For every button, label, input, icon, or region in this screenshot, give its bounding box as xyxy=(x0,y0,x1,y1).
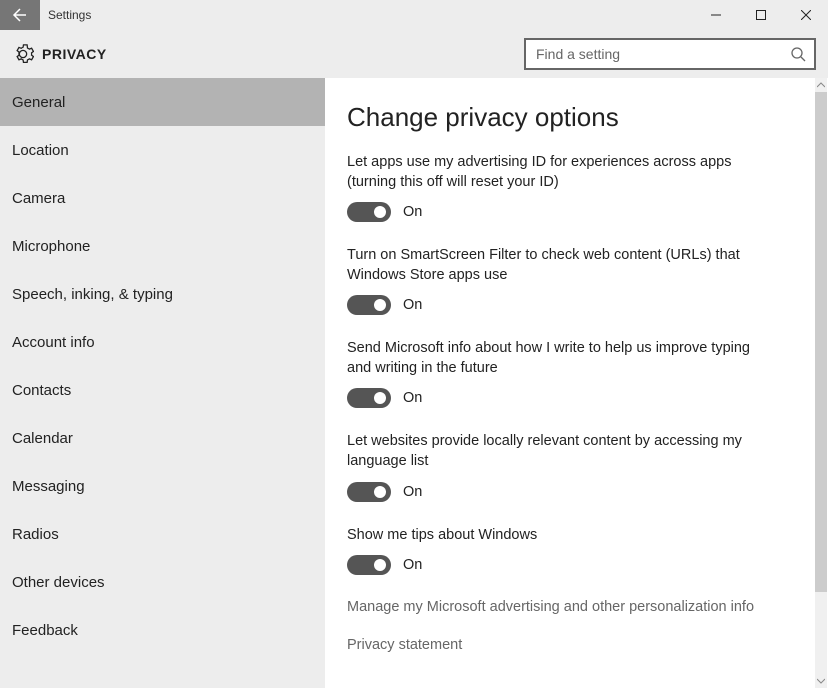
sidebar-item-location[interactable]: Location xyxy=(0,126,325,174)
sidebar-item-contacts[interactable]: Contacts xyxy=(0,366,325,414)
page-title: PRIVACY xyxy=(42,46,107,62)
sidebar-item-account-info[interactable]: Account info xyxy=(0,318,325,366)
chevron-up-icon xyxy=(817,81,825,89)
minimize-button[interactable] xyxy=(693,0,738,30)
setting-desc: Let websites provide locally relevant co… xyxy=(347,432,777,471)
link-privacy-statement[interactable]: Privacy statement xyxy=(347,637,806,653)
setting-smartscreen: Turn on SmartScreen Filter to check web … xyxy=(347,246,806,315)
maximize-icon xyxy=(756,10,766,20)
sidebar-item-camera[interactable]: Camera xyxy=(0,174,325,222)
setting-desc: Let apps use my advertising ID for exper… xyxy=(347,153,777,192)
sidebar-item-calendar[interactable]: Calendar xyxy=(0,414,325,462)
toggle-windows-tips[interactable] xyxy=(347,555,391,575)
sidebar-item-microphone[interactable]: Microphone xyxy=(0,222,325,270)
gear-icon xyxy=(12,43,34,65)
search-input[interactable] xyxy=(536,46,790,62)
sidebar-item-label: Account info xyxy=(12,334,95,351)
back-button[interactable] xyxy=(0,0,40,30)
toggle-state-label: On xyxy=(403,484,422,500)
sidebar-item-label: Radios xyxy=(12,526,59,543)
header: PRIVACY xyxy=(0,30,828,78)
sidebar-item-label: Location xyxy=(12,142,69,159)
sidebar-item-general[interactable]: General xyxy=(0,78,325,126)
scroll-up-button[interactable] xyxy=(815,78,827,92)
minimize-icon xyxy=(711,10,721,20)
setting-windows-tips: Show me tips about Windows On xyxy=(347,526,806,576)
sidebar-item-speech-inking-typing[interactable]: Speech, inking, & typing xyxy=(0,270,325,318)
chevron-down-icon xyxy=(817,677,825,685)
search-icon xyxy=(790,46,806,62)
toggle-knob-icon xyxy=(374,206,386,218)
maximize-button[interactable] xyxy=(738,0,783,30)
toggle-advertising-id[interactable] xyxy=(347,202,391,222)
setting-desc: Send Microsoft info about how I write to… xyxy=(347,339,777,378)
setting-advertising-id: Let apps use my advertising ID for exper… xyxy=(347,153,806,222)
content: Change privacy options Let apps use my a… xyxy=(325,78,828,688)
search-box[interactable] xyxy=(524,38,816,70)
toggle-knob-icon xyxy=(374,299,386,311)
toggle-state-label: On xyxy=(403,297,422,313)
close-icon xyxy=(801,10,811,20)
toggle-knob-icon xyxy=(374,486,386,498)
scroll-thumb[interactable] xyxy=(815,92,827,592)
sidebar-item-other-devices[interactable]: Other devices xyxy=(0,558,325,606)
sidebar: General Location Camera Microphone Speec… xyxy=(0,78,325,688)
sidebar-item-radios[interactable]: Radios xyxy=(0,510,325,558)
setting-language-list: Let websites provide locally relevant co… xyxy=(347,432,806,501)
toggle-state-label: On xyxy=(403,204,422,220)
setting-typing-info: Send Microsoft info about how I write to… xyxy=(347,339,806,408)
sidebar-item-label: Camera xyxy=(12,190,65,207)
sidebar-item-label: Speech, inking, & typing xyxy=(12,286,173,303)
sidebar-item-label: General xyxy=(12,94,65,111)
toggle-state-label: On xyxy=(403,557,422,573)
toggle-smartscreen[interactable] xyxy=(347,295,391,315)
close-button[interactable] xyxy=(783,0,828,30)
sidebar-item-label: Other devices xyxy=(12,574,105,591)
sidebar-item-label: Calendar xyxy=(12,430,73,447)
sidebar-item-messaging[interactable]: Messaging xyxy=(0,462,325,510)
sidebar-item-feedback[interactable]: Feedback xyxy=(0,606,325,654)
setting-desc: Show me tips about Windows xyxy=(347,526,777,546)
window-controls xyxy=(693,0,828,30)
setting-desc: Turn on SmartScreen Filter to check web … xyxy=(347,246,777,285)
toggle-typing-info[interactable] xyxy=(347,388,391,408)
toggle-knob-icon xyxy=(374,392,386,404)
toggle-knob-icon xyxy=(374,559,386,571)
sidebar-item-label: Messaging xyxy=(12,478,85,495)
toggle-state-label: On xyxy=(403,390,422,406)
app-title: Settings xyxy=(40,0,693,30)
titlebar: Settings xyxy=(0,0,828,30)
back-arrow-icon xyxy=(12,7,28,23)
sidebar-item-label: Contacts xyxy=(12,382,71,399)
sidebar-item-label: Microphone xyxy=(12,238,90,255)
scroll-down-button[interactable] xyxy=(815,674,827,688)
toggle-language-list[interactable] xyxy=(347,482,391,502)
link-manage-advertising[interactable]: Manage my Microsoft advertising and othe… xyxy=(347,599,806,615)
sidebar-item-label: Feedback xyxy=(12,622,78,639)
content-heading: Change privacy options xyxy=(347,102,806,133)
scrollbar[interactable] xyxy=(815,78,827,688)
